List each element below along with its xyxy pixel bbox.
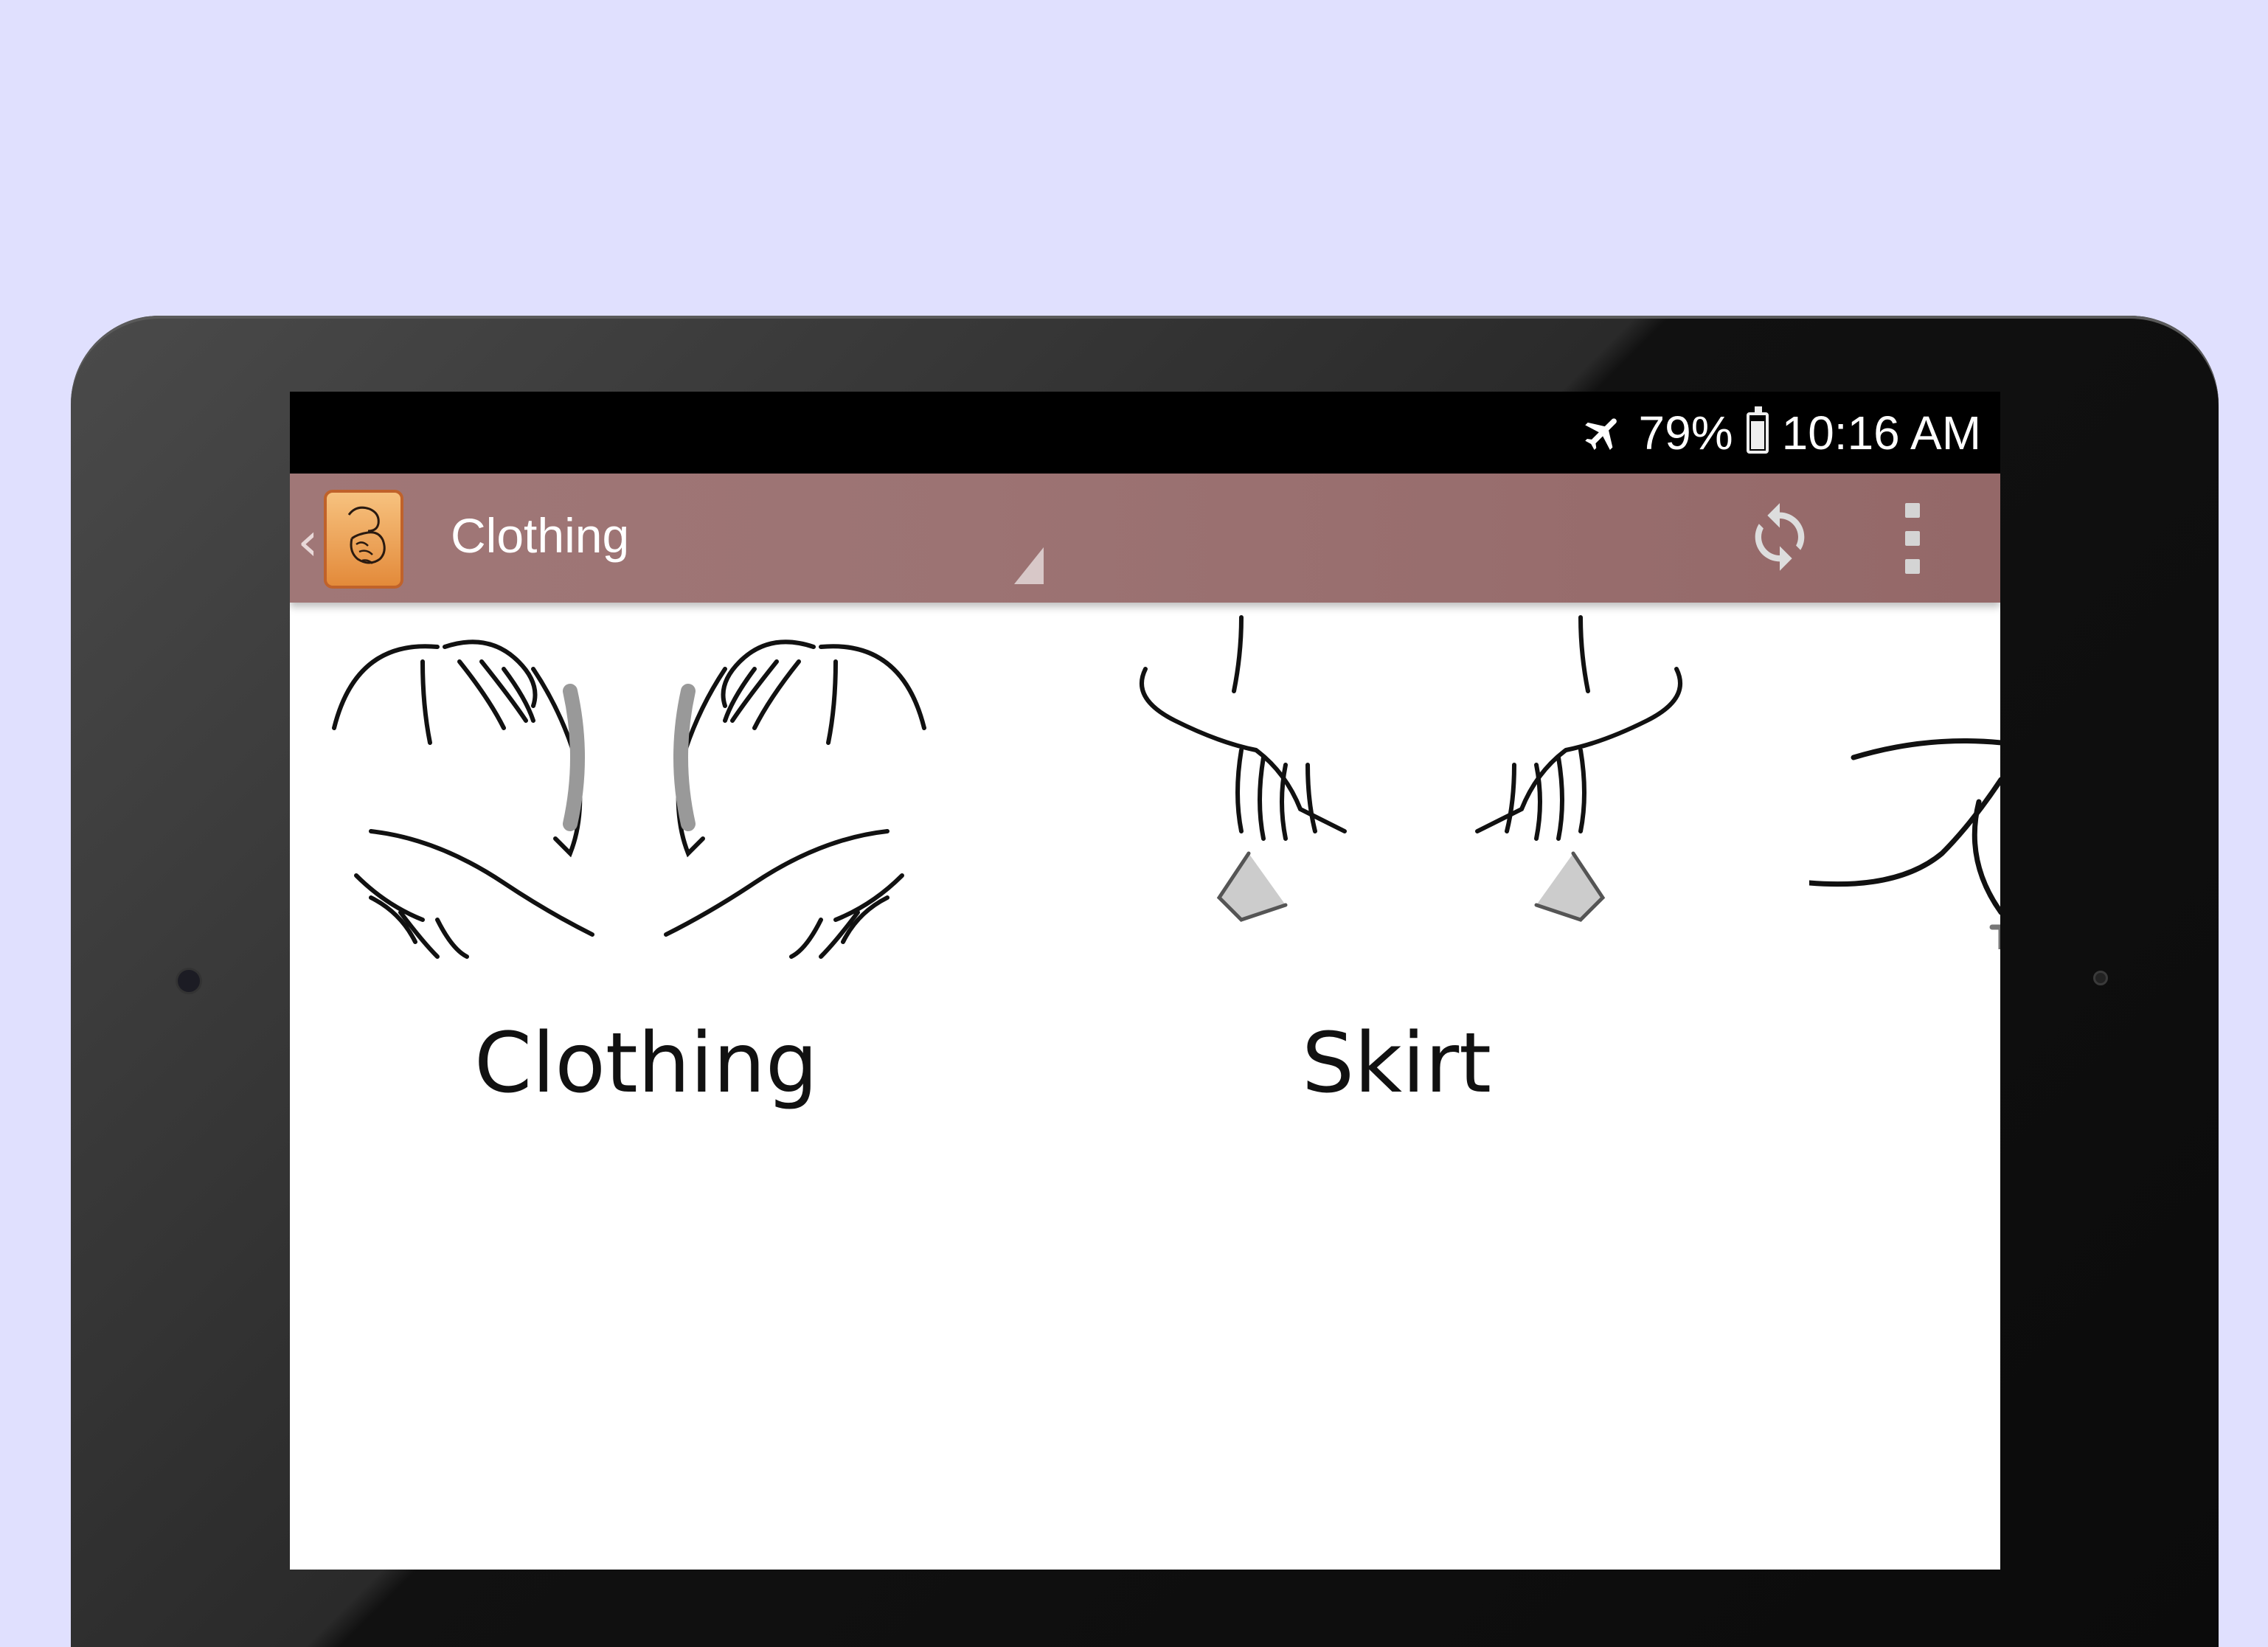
clock: 10:16 AM — [1781, 406, 1981, 460]
status-icons: 79% 10:16 AM — [1581, 403, 1981, 462]
signs-gallery: Clothing Skirt — [290, 603, 2000, 1570]
next-sign-partial-illustration — [1809, 738, 2000, 949]
sign-card-clothing[interactable]: Clothing — [327, 603, 991, 1193]
sign-label-skirt: Skirt — [1302, 1016, 1492, 1112]
overflow-menu-icon[interactable] — [1905, 503, 1927, 574]
action-bar: ‹ Clothing — [290, 474, 2000, 603]
hand-sign-logo-icon — [347, 506, 386, 564]
refresh-icon[interactable] — [1743, 500, 1817, 574]
sign-card-skirt[interactable]: Skirt — [1131, 603, 1794, 1193]
app-logo-icon[interactable] — [324, 490, 403, 589]
spinner-dropdown-indicator[interactable] — [1014, 547, 1044, 584]
skirt-sign-illustration — [1140, 615, 1682, 922]
sensor — [2093, 971, 2108, 985]
battery-percent: 79% — [1638, 406, 1733, 460]
chevron-left-icon[interactable]: ‹ — [297, 510, 319, 572]
front-camera — [176, 968, 202, 994]
category-spinner-title[interactable]: Clothing — [451, 507, 629, 564]
airplane-mode-icon — [1584, 418, 1617, 450]
status-bar: 79% 10:16 AM — [290, 392, 2000, 474]
device-screen: 79% 10:16 AM ‹ Clothing Clothing Skirt — [290, 392, 2000, 1570]
clothing-sign-illustration — [332, 639, 926, 959]
battery-icon — [1746, 406, 1769, 454]
sign-label-clothing: Clothing — [474, 1016, 818, 1112]
